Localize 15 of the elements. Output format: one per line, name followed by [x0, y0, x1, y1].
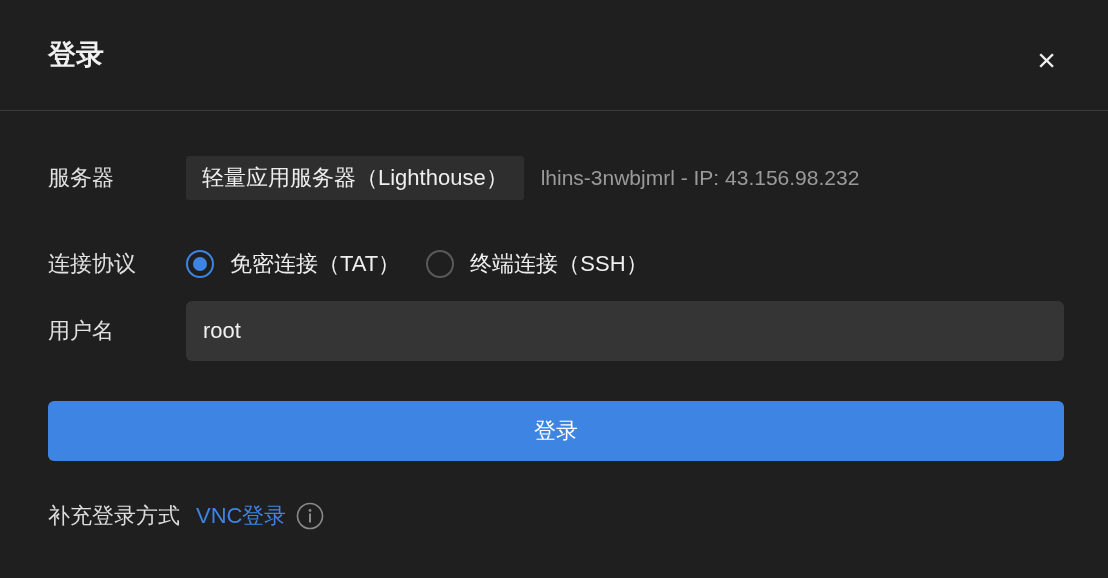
dialog-title: 登录: [48, 38, 104, 72]
server-detail: lhins-3nwbjmrl - IP: 43.156.98.232: [540, 166, 860, 190]
server-type-tag: 轻量应用服务器（Lighthouse）: [186, 156, 524, 200]
radio-label: 终端连接（SSH）: [470, 250, 648, 278]
radio-option[interactable]: 免密连接（TAT）: [186, 249, 401, 279]
username-field[interactable]: root: [186, 301, 1064, 361]
field-label: 服务器: [48, 164, 115, 192]
vnc-login-link[interactable]: VNC登录: [196, 501, 287, 531]
footer-text: 补充登录方式: [48, 502, 180, 530]
field-label: 连接协议: [48, 250, 137, 278]
radio-option[interactable]: 终端连接（SSH）: [426, 249, 648, 279]
radio-label: 免密连接（TAT）: [230, 250, 401, 278]
field-label: 用户名: [48, 317, 115, 345]
login-button[interactable]: 登录: [48, 401, 1064, 461]
close-button[interactable]: ×: [1033, 44, 1060, 76]
